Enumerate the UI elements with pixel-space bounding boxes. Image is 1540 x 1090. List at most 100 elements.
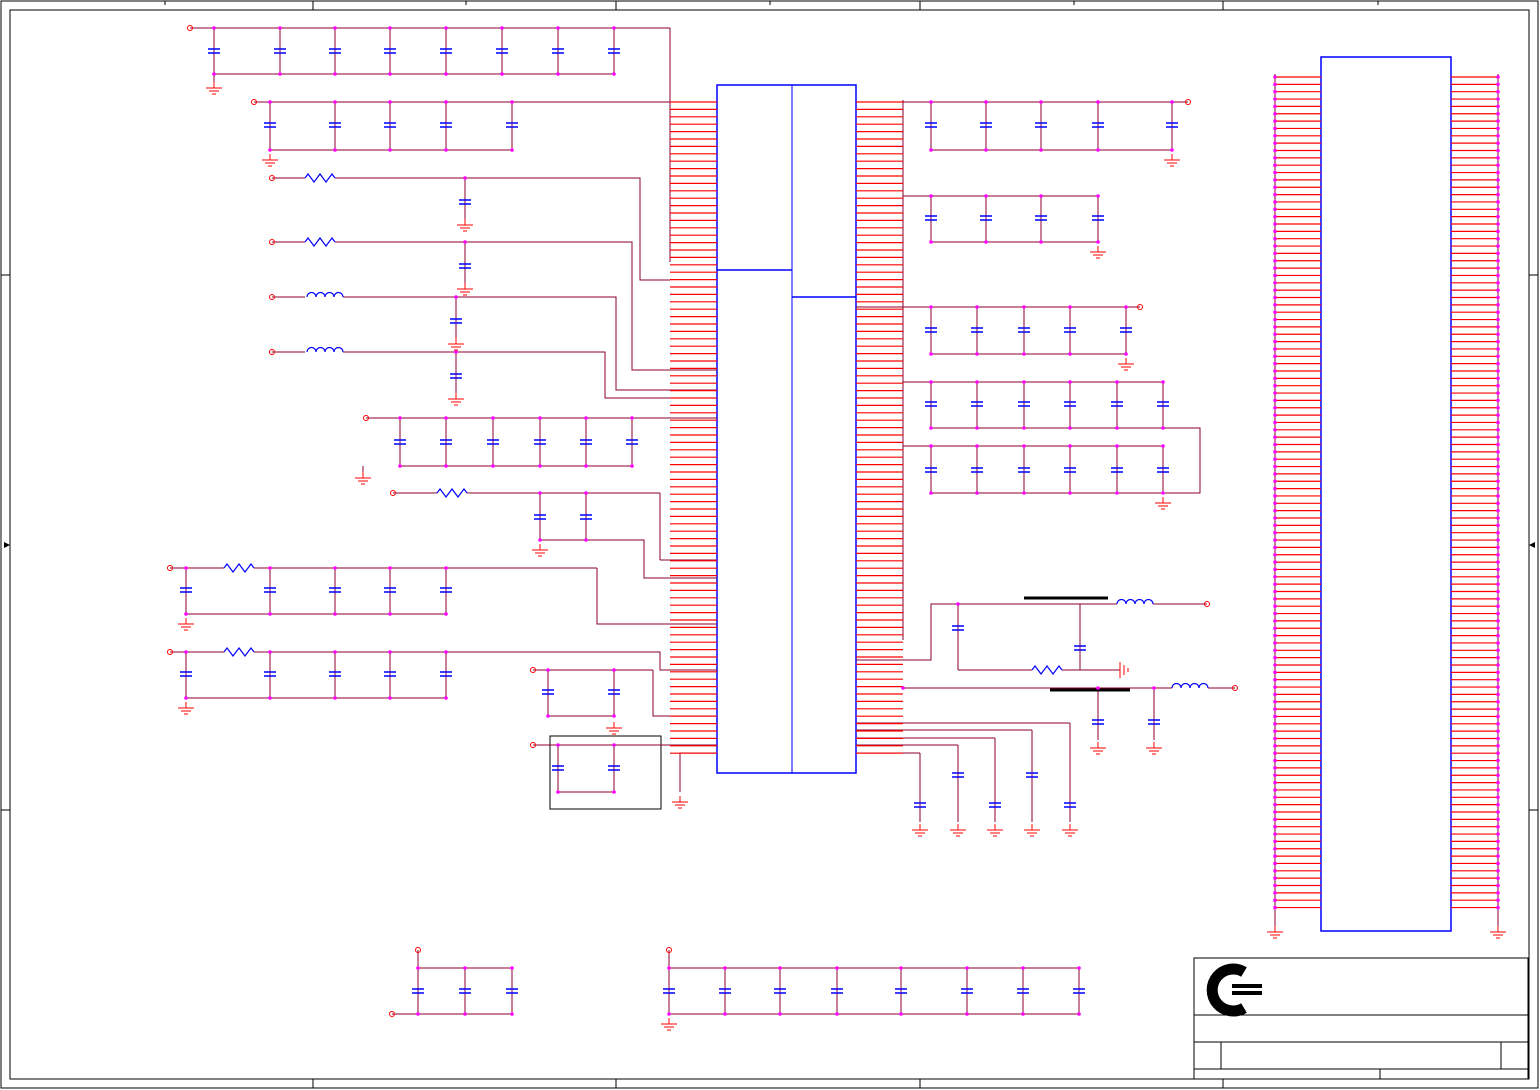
- junction-dot: [463, 966, 467, 970]
- inductor: [1171, 682, 1209, 689]
- junction-dot: [1021, 1012, 1025, 1016]
- inductor: [306, 291, 344, 298]
- junction-dot: [1152, 686, 1156, 690]
- junction-dot: [1077, 966, 1081, 970]
- junction-dot: [1496, 597, 1500, 601]
- junction-dot: [1273, 222, 1277, 226]
- junction-dot: [1496, 677, 1500, 682]
- junction-dot: [1273, 111, 1277, 116]
- junction-dot: [1068, 491, 1072, 495]
- ground-symbol: [1024, 824, 1040, 837]
- junction-dot: [1496, 192, 1500, 197]
- junction-dot: [1068, 444, 1072, 448]
- junction-dot: [1496, 641, 1500, 645]
- junction-dot: [1496, 339, 1500, 344]
- ground-symbol: [1118, 358, 1134, 371]
- ground-symbol: [987, 824, 1003, 837]
- junction-dot: [1273, 648, 1277, 653]
- highlight-box: [549, 735, 662, 810]
- junction-dot: [268, 696, 272, 700]
- junction-dot: [1273, 82, 1277, 87]
- junction-dot: [1496, 722, 1500, 726]
- junction-dot: [538, 464, 542, 468]
- junction-dot: [444, 100, 448, 104]
- junction-dot: [510, 100, 514, 104]
- junction-dot: [1496, 435, 1500, 439]
- junction-dot: [723, 1012, 727, 1016]
- junction-dot: [1496, 156, 1500, 160]
- junction-dot: [1273, 354, 1277, 359]
- junction-dot: [333, 72, 337, 76]
- junction-dot: [778, 1012, 782, 1016]
- junction-dot: [1496, 832, 1500, 836]
- junction-dot: [546, 668, 550, 672]
- junction-dot: [1273, 310, 1277, 315]
- junction-dot: [416, 966, 420, 970]
- junction-dot: [388, 566, 392, 570]
- junction-dot: [333, 148, 337, 152]
- junction-dot: [1496, 883, 1500, 888]
- ground-symbol: [1090, 246, 1106, 259]
- junction-dot: [1496, 560, 1500, 564]
- junction-dot: [1496, 229, 1500, 234]
- junction-dot: [1273, 170, 1277, 175]
- junction-dot: [1161, 491, 1165, 495]
- junction-dot: [388, 100, 392, 104]
- junction-dot: [1496, 148, 1500, 153]
- junction-dot: [1273, 229, 1277, 234]
- junction-dot: [1273, 589, 1277, 594]
- junction-dot: [1039, 194, 1043, 198]
- title-block: [1193, 957, 1529, 1080]
- junction-dot: [184, 566, 188, 570]
- junction-dot: [1273, 655, 1277, 660]
- junction-dot: [1496, 376, 1500, 381]
- junction-dot: [1273, 376, 1277, 381]
- junction-dot: [444, 72, 448, 76]
- junction-dot: [1496, 736, 1500, 741]
- junction-dot: [1273, 538, 1277, 542]
- resistor: [223, 563, 255, 573]
- junction-dot: [1496, 273, 1500, 278]
- junction-dot: [1496, 876, 1500, 880]
- junction-dot: [929, 380, 933, 384]
- junction-dot: [1273, 597, 1277, 601]
- junction-dot: [1273, 883, 1277, 888]
- junction-dot: [1273, 163, 1277, 167]
- junction-dot: [1273, 736, 1277, 741]
- junction-dot: [1496, 869, 1500, 873]
- junction-dot: [1496, 648, 1500, 653]
- sheet-outer-border: [0, 0, 1539, 1089]
- junction-dot: [1273, 369, 1277, 373]
- junction-dot: [1496, 501, 1500, 506]
- resistor: [304, 173, 336, 183]
- ground-symbol: [950, 824, 966, 837]
- junction-dot: [929, 352, 933, 356]
- junction-dot: [333, 100, 337, 104]
- junction-dot: [1068, 305, 1072, 309]
- ground-symbol: [1164, 154, 1180, 167]
- junction-dot: [1496, 383, 1500, 388]
- ground-symbol: [355, 472, 371, 485]
- junction-dot: [1496, 82, 1500, 87]
- junction-dot: [1496, 126, 1500, 131]
- ground-symbol: [448, 338, 464, 351]
- junction-dot: [1273, 832, 1277, 836]
- junction-dot: [630, 464, 634, 468]
- junction-dot: [333, 26, 337, 30]
- junction-dot: [1273, 795, 1277, 800]
- junction-dot: [1273, 361, 1277, 366]
- junction-dot: [667, 966, 671, 970]
- ground-symbol: [178, 618, 194, 631]
- junction-dot: [1496, 619, 1500, 623]
- junction-dot: [1496, 464, 1500, 469]
- junction-dot: [1273, 104, 1277, 109]
- junction-dot: [1496, 824, 1500, 829]
- junction-dot: [1273, 435, 1277, 439]
- junction-dot: [984, 148, 988, 152]
- junction-dot: [1096, 194, 1100, 198]
- junction-dot: [1496, 891, 1500, 895]
- junction-dot: [1496, 310, 1500, 315]
- junction-dot: [1161, 380, 1165, 384]
- junction-dot: [1273, 494, 1277, 498]
- junction-dot: [538, 416, 542, 420]
